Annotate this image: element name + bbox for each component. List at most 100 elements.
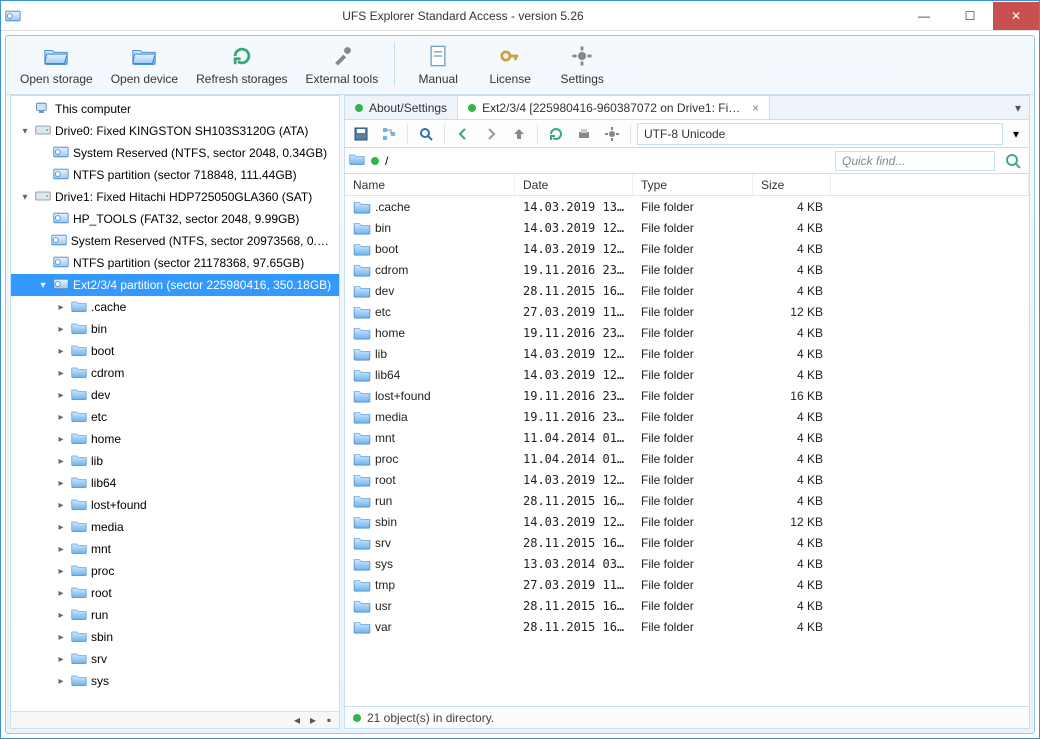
open-storage-button[interactable]: Open storage (12, 38, 101, 90)
tree-row[interactable]: ▸bin (11, 318, 339, 340)
device-tree[interactable]: This computer▾Drive0: Fixed KINGSTON SH1… (11, 96, 339, 711)
tree-row[interactable]: ▸lib (11, 450, 339, 472)
twisty-icon[interactable]: ▸ (55, 346, 67, 357)
tree-view-button[interactable] (377, 123, 401, 145)
tree-row[interactable]: ▾Ext2/3/4 partition (sector 225980416, 3… (11, 274, 339, 296)
file-row[interactable]: run28.11.2015 16:57:28File folder4 KB (345, 490, 1029, 511)
twisty-icon[interactable]: ▸ (55, 566, 67, 577)
scroll-grip-icon[interactable]: ▪ (321, 713, 337, 727)
tree-row[interactable]: ▸home (11, 428, 339, 450)
tree-row[interactable]: NTFS partition (sector 718848, 111.44GB) (11, 164, 339, 186)
twisty-icon[interactable]: ▸ (55, 412, 67, 423)
twisty-icon[interactable]: ▸ (55, 390, 67, 401)
file-row[interactable]: etc27.03.2019 11:32:43File folder12 KB (345, 301, 1029, 322)
tree-row[interactable]: ▸mnt (11, 538, 339, 560)
tab[interactable]: Ext2/3/4 [225980416-960387072 on Drive1:… (458, 96, 770, 120)
twisty-icon[interactable]: ▸ (55, 676, 67, 687)
find-button[interactable] (414, 123, 438, 145)
quick-find-input[interactable]: Quick find... (835, 151, 995, 171)
tree-row[interactable]: ▸lost+found (11, 494, 339, 516)
encoding-select[interactable]: UTF-8 Unicode (637, 123, 1003, 145)
sidebar-scrollbar[interactable]: ◂ ▸ ▪ (11, 711, 339, 728)
manual-button[interactable]: Manual (403, 38, 473, 90)
twisty-icon[interactable]: ▸ (55, 522, 67, 533)
twisty-icon[interactable]: ▸ (55, 434, 67, 445)
twisty-icon[interactable]: ▸ (55, 456, 67, 467)
tree-row[interactable]: NTFS partition (sector 21178368, 97.65GB… (11, 252, 339, 274)
tree-row[interactable]: ▸media (11, 516, 339, 538)
file-row[interactable]: home19.11.2016 23:28:44File folder4 KB (345, 322, 1029, 343)
quick-find-button[interactable] (1001, 150, 1025, 172)
tree-row[interactable]: ▸root (11, 582, 339, 604)
maximize-button[interactable]: ☐ (947, 2, 993, 30)
tree-row[interactable]: System Reserved (NTFS, sector 2048, 0.34… (11, 142, 339, 164)
license-button[interactable]: License (475, 38, 545, 90)
file-row[interactable]: media19.11.2016 23:38:05File folder4 KB (345, 406, 1029, 427)
file-row[interactable]: lib14.03.2019 12:14:00File folder4 KB (345, 343, 1029, 364)
col-type[interactable]: Type (633, 174, 753, 195)
tree-row[interactable]: ▾Drive0: Fixed KINGSTON SH103S3120G (ATA… (11, 120, 339, 142)
file-row[interactable]: sbin14.03.2019 12:14:03File folder12 KB (345, 511, 1029, 532)
grid-body[interactable]: .cache14.03.2019 13:19:24File folder4 KB… (345, 196, 1029, 706)
file-row[interactable]: root14.03.2019 12:30:50File folder4 KB (345, 469, 1029, 490)
tab-close-icon[interactable]: × (752, 101, 759, 115)
tree-row[interactable]: ▸sys (11, 670, 339, 692)
twisty-icon[interactable]: ▸ (55, 478, 67, 489)
twisty-icon[interactable]: ▸ (55, 610, 67, 621)
back-button[interactable] (451, 123, 475, 145)
twisty-icon[interactable]: ▸ (55, 632, 67, 643)
minimize-button[interactable]: — (901, 2, 947, 30)
encoding-dropdown-button[interactable]: ▾ (1007, 123, 1025, 145)
settings-button[interactable]: Settings (547, 38, 617, 90)
tree-row[interactable]: ▸etc (11, 406, 339, 428)
file-row[interactable]: var28.11.2015 16:57:41File folder4 KB (345, 616, 1029, 637)
tab-menu-button[interactable]: ▾ (1007, 101, 1029, 115)
open-device-button[interactable]: Open device (103, 38, 186, 90)
close-button[interactable]: ✕ (993, 2, 1039, 30)
twisty-icon[interactable]: ▾ (19, 192, 31, 203)
col-name[interactable]: Name (345, 174, 515, 195)
twisty-icon[interactable]: ▸ (55, 500, 67, 511)
file-row[interactable]: bin14.03.2019 12:10:28File folder4 KB (345, 217, 1029, 238)
tree-row[interactable]: ▸proc (11, 560, 339, 582)
file-row[interactable]: mnt11.04.2014 01:12:14File folder4 KB (345, 427, 1029, 448)
file-row[interactable]: dev28.11.2015 16:52:12File folder4 KB (345, 280, 1029, 301)
external-tools-button[interactable]: External tools (298, 38, 387, 90)
col-size[interactable]: Size (753, 174, 831, 195)
tree-row[interactable]: ▾Drive1: Fixed Hitachi HDP725050GLA360 (… (11, 186, 339, 208)
file-row[interactable]: srv28.11.2015 16:19:31File folder4 KB (345, 532, 1029, 553)
tree-row[interactable]: ▸lib64 (11, 472, 339, 494)
file-row[interactable]: lost+found19.11.2016 23:23:42File folder… (345, 385, 1029, 406)
options-button[interactable] (600, 123, 624, 145)
twisty-icon[interactable]: ▸ (55, 324, 67, 335)
save-button[interactable] (349, 123, 373, 145)
tree-row[interactable]: This computer (11, 98, 339, 120)
twisty-icon[interactable]: ▸ (55, 368, 67, 379)
tree-row[interactable]: System Reserved (NTFS, sector 20973568, … (11, 230, 339, 252)
col-date[interactable]: Date (515, 174, 633, 195)
print-button[interactable] (572, 123, 596, 145)
file-row[interactable]: proc11.04.2014 01:12:14File folder4 KB (345, 448, 1029, 469)
refresh-storages-button[interactable]: Refresh storages (188, 38, 295, 90)
tree-row[interactable]: ▸cdrom (11, 362, 339, 384)
tree-row[interactable]: ▸run (11, 604, 339, 626)
file-row[interactable]: cdrom19.11.2016 23:27:42File folder4 KB (345, 259, 1029, 280)
twisty-icon[interactable]: ▸ (55, 588, 67, 599)
twisty-icon[interactable]: ▾ (37, 280, 49, 291)
file-row[interactable]: usr28.11.2015 16:19:31File folder4 KB (345, 595, 1029, 616)
tab[interactable]: About/Settings (345, 96, 458, 120)
tree-row[interactable]: ▸srv (11, 648, 339, 670)
tree-row[interactable]: HP_TOOLS (FAT32, sector 2048, 9.99GB) (11, 208, 339, 230)
twisty-icon[interactable]: ▸ (55, 654, 67, 665)
refresh-button[interactable] (544, 123, 568, 145)
scroll-left-icon[interactable]: ◂ (289, 713, 305, 727)
tree-row[interactable]: ▸boot (11, 340, 339, 362)
file-row[interactable]: .cache14.03.2019 13:19:24File folder4 KB (345, 196, 1029, 217)
file-row[interactable]: sys13.03.2014 03:41:52File folder4 KB (345, 553, 1029, 574)
tree-row[interactable]: ▸dev (11, 384, 339, 406)
twisty-icon[interactable]: ▸ (55, 544, 67, 555)
twisty-icon[interactable]: ▾ (19, 126, 31, 137)
forward-button[interactable] (479, 123, 503, 145)
tree-row[interactable]: ▸sbin (11, 626, 339, 648)
scroll-right-icon[interactable]: ▸ (305, 713, 321, 727)
